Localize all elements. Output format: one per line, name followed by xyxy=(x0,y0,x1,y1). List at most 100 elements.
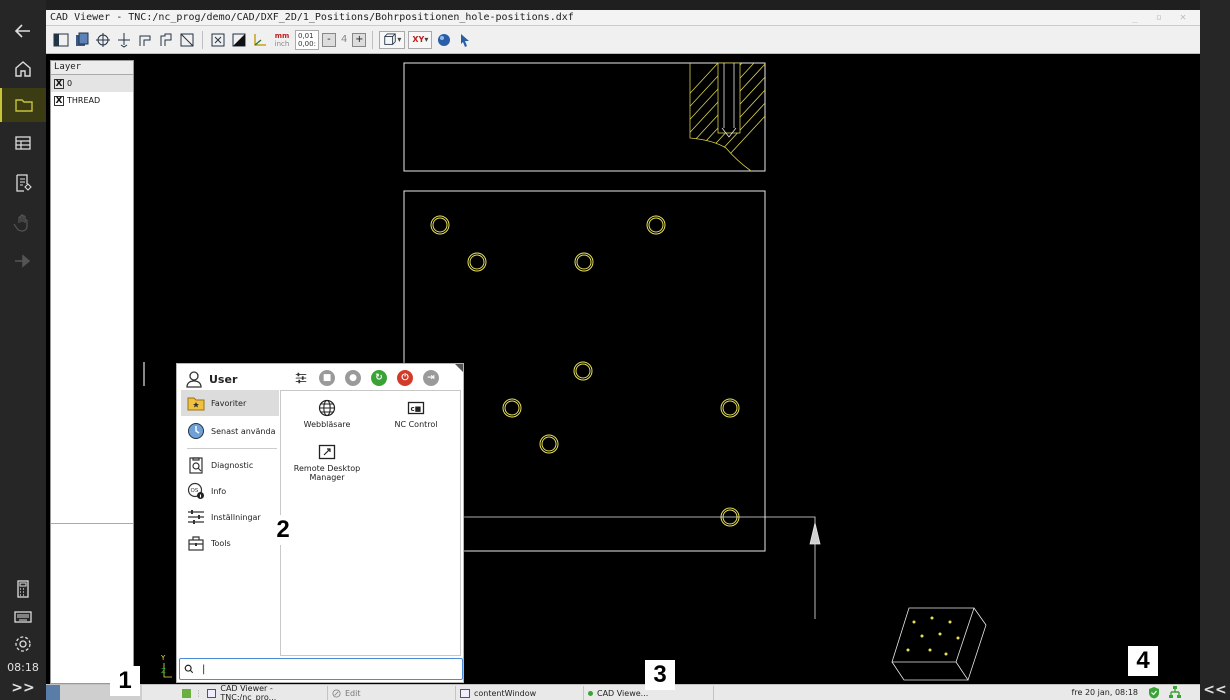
menu-search-box[interactable]: | xyxy=(179,658,463,680)
svg-text:c■: c■ xyxy=(411,405,422,413)
calculator-icon xyxy=(17,580,29,598)
category-label: Info xyxy=(211,486,227,496)
nc-control-icon: c■ xyxy=(407,401,425,415)
keyboard-icon xyxy=(14,611,32,623)
category-label: Senast använda xyxy=(211,426,276,436)
expand-left-button[interactable]: << xyxy=(1200,682,1230,698)
restart-icon: ↻ xyxy=(375,373,383,383)
category-tools[interactable]: Tools xyxy=(181,530,279,556)
manual-mode-button[interactable] xyxy=(0,206,46,240)
back-button[interactable] xyxy=(0,14,46,48)
task-label: CAD Viewe... xyxy=(597,688,649,698)
program-edit-button[interactable] xyxy=(0,166,46,200)
logout-icon: ⇥ xyxy=(427,373,435,383)
task-cad-viewer[interactable]: ⋮ CAD Viewer - TNC:/nc_pro... xyxy=(178,684,328,700)
callout-1: 1 xyxy=(110,666,140,696)
execution-button[interactable] xyxy=(0,244,46,278)
globe-icon xyxy=(318,399,336,417)
edit-circle-icon xyxy=(332,688,341,698)
lock-icon: ■ xyxy=(322,373,332,383)
category-label: Favoriter xyxy=(211,398,247,408)
category-settings[interactable]: Inställningar xyxy=(181,504,279,530)
callout-4: 4 xyxy=(1128,646,1158,676)
part-3d-preview xyxy=(891,607,987,681)
start-button[interactable] xyxy=(46,685,60,700)
screen: 08:18 >> << CAD Viewer - TNC:/nc_prog/de… xyxy=(0,0,1230,700)
window-icon xyxy=(460,688,470,698)
task-label: Edit xyxy=(345,688,361,698)
axis-z-label: Z xyxy=(161,667,166,675)
logout-button[interactable]: ⇥ xyxy=(423,370,439,386)
files-button[interactable] xyxy=(0,88,46,122)
control-sidebar: 08:18 >> xyxy=(0,0,46,700)
app-label: Webbläsare xyxy=(303,420,351,429)
category-label: Inställningar xyxy=(211,512,261,522)
category-diagnostic[interactable]: Diagnostic xyxy=(181,452,279,478)
callout-2: 2 xyxy=(268,515,298,545)
app-label: NC Control xyxy=(394,420,438,429)
task-label: contentWindow xyxy=(474,688,537,698)
app-web-browser[interactable]: Webbläsare xyxy=(284,399,370,429)
users-icon: ● xyxy=(349,373,357,383)
home-icon xyxy=(15,61,31,77)
category-info[interactable]: OS Info xyxy=(181,478,279,504)
search-icon xyxy=(184,664,194,674)
sliders-icon xyxy=(295,372,307,384)
network-icon[interactable] xyxy=(1168,686,1182,699)
sliders-icon xyxy=(188,510,204,524)
menu-app-grid: Webbläsare c■ NC Control Remote Desktop … xyxy=(280,390,461,656)
settings-button[interactable] xyxy=(0,627,46,661)
menu-category-list: Favoriter Senast använda Diagnostic OS I… xyxy=(179,390,279,655)
session-actions: ■ ● ↻ ⏻ ⇥ xyxy=(293,370,439,386)
power-icon: ⏻ xyxy=(401,373,409,383)
active-dot-icon xyxy=(588,690,593,696)
window-icon xyxy=(206,688,217,698)
user-section[interactable]: User xyxy=(185,368,237,390)
start-menu: User ■ ● ↻ ⏻ ⇥ Favoriter Senast använda xyxy=(176,363,464,683)
clock-display: 08:18 xyxy=(7,661,39,674)
home-button[interactable] xyxy=(0,52,46,86)
clipboard-search-icon xyxy=(189,457,203,474)
category-label: Diagnostic xyxy=(211,460,254,470)
separator-dots: ⋮ xyxy=(194,688,203,698)
user-icon xyxy=(186,371,202,388)
callout-3: 3 xyxy=(645,660,675,690)
table-button[interactable] xyxy=(0,126,46,160)
run-arrow-icon xyxy=(15,254,31,268)
axis-y-label: Y xyxy=(160,654,166,662)
app-nc-control[interactable]: c■ NC Control xyxy=(373,399,459,429)
expand-right-button[interactable]: >> xyxy=(0,680,46,700)
category-label: Tools xyxy=(211,538,231,548)
shutdown-button[interactable]: ⏻ xyxy=(397,370,413,386)
preview-holes xyxy=(906,616,960,656)
text-caret: | xyxy=(202,663,206,675)
lock-button[interactable]: ■ xyxy=(319,370,335,386)
switch-user-button[interactable]: ● xyxy=(345,370,361,386)
category-recent[interactable]: Senast använda xyxy=(181,418,279,444)
document-edit-icon xyxy=(16,174,32,192)
category-favorites[interactable]: Favoriter xyxy=(181,390,279,416)
toolbox-icon xyxy=(188,536,204,551)
app-remote-desktop-manager[interactable]: Remote Desktop Manager xyxy=(284,443,370,482)
axis-indicator: Y Z xyxy=(160,654,172,678)
side-view-outline xyxy=(403,62,766,172)
restart-button[interactable]: ↻ xyxy=(371,370,387,386)
task-edit[interactable]: Edit xyxy=(328,686,456,700)
menu-corner-marker xyxy=(455,364,463,372)
app-label: Remote Desktop Manager xyxy=(293,464,361,482)
task-content-window[interactable]: contentWindow xyxy=(456,686,584,700)
settings-sliders-button[interactable] xyxy=(293,370,309,386)
svg-text:OS: OS xyxy=(191,488,199,494)
remote-desktop-icon xyxy=(318,444,336,460)
taskbar: ⋮ CAD Viewer - TNC:/nc_pro... Edit conte… xyxy=(46,684,1200,700)
star-folder-icon xyxy=(187,397,205,411)
hand-icon xyxy=(13,214,28,232)
right-sidebar: << xyxy=(1200,0,1230,700)
clock-icon xyxy=(188,423,204,439)
shield-icon[interactable] xyxy=(1148,686,1160,699)
taskbar-clock[interactable]: fre 20 jan, 08:18 xyxy=(1072,686,1138,700)
arrow-left-icon xyxy=(14,24,30,38)
panel-splitter[interactable] xyxy=(143,362,145,386)
task-label: CAD Viewer - TNC:/nc_pro... xyxy=(220,684,277,700)
gear-icon xyxy=(15,636,31,652)
